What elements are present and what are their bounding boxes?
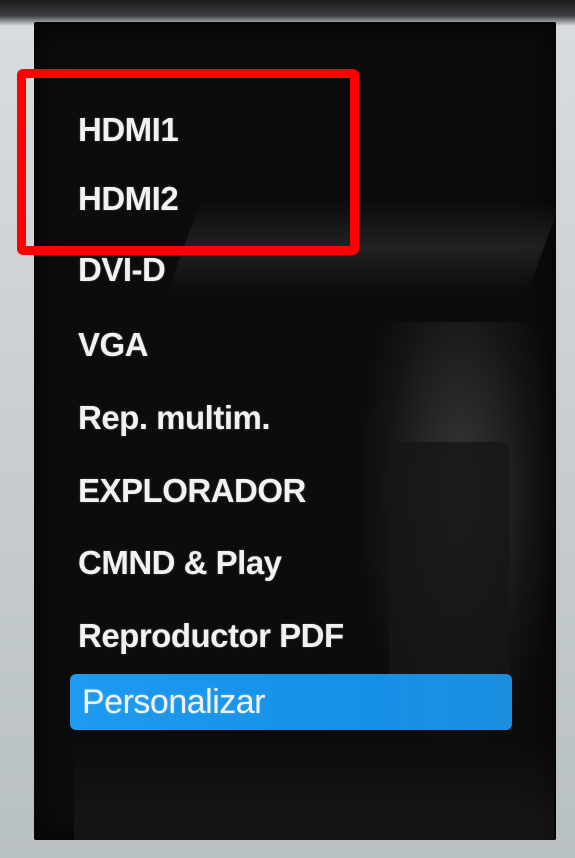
tv-screen: HDMI1 HDMI2 DVI-D VGA Rep. multim. EXPLO… bbox=[34, 22, 556, 840]
menu-item-vga[interactable]: VGA bbox=[78, 317, 498, 373]
menu-item-reproductor-pdf[interactable]: Reproductor PDF bbox=[78, 608, 498, 664]
menu-item-explorador[interactable]: EXPLORADOR bbox=[78, 463, 498, 519]
source-menu: HDMI1 HDMI2 DVI-D VGA Rep. multim. EXPLO… bbox=[34, 22, 556, 840]
menu-item-dvi-d[interactable]: DVI-D bbox=[78, 242, 498, 298]
photo-frame: HDMI1 HDMI2 DVI-D VGA Rep. multim. EXPLO… bbox=[0, 0, 575, 858]
menu-item-rep-multim[interactable]: Rep. multim. bbox=[78, 390, 498, 446]
menu-item-hdmi1[interactable]: HDMI1 bbox=[78, 102, 498, 158]
menu-item-cmnd-play[interactable]: CMND & Play bbox=[78, 535, 498, 591]
menu-item-hdmi2[interactable]: HDMI2 bbox=[78, 171, 498, 227]
menu-item-personalizar[interactable]: Personalizar bbox=[70, 674, 512, 730]
